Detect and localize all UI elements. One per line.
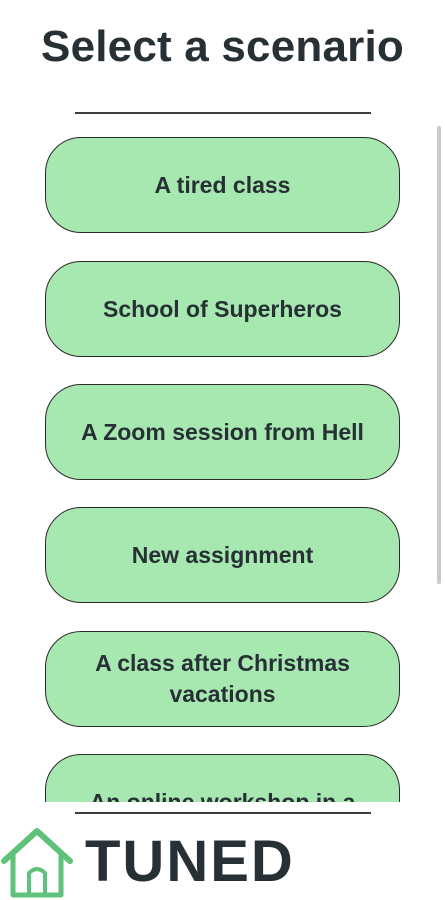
list-scrollbar[interactable] (437, 126, 441, 584)
brand-logo: TUNED (0, 825, 445, 900)
scenario-button-new-assignment[interactable]: New assignment (45, 507, 400, 603)
footer-divider (75, 812, 371, 814)
scenario-list[interactable]: A tired class School of Superheros A Zoo… (0, 126, 445, 802)
scenario-button-zoom-session[interactable]: A Zoom session from Hell (45, 384, 400, 480)
scenario-button-tired-class[interactable]: A tired class (45, 137, 400, 233)
scenario-button-online-workshop[interactable]: An online workshop in a (45, 754, 400, 802)
house-icon (1, 828, 73, 898)
brand-name: TUNED (85, 829, 295, 894)
title-divider (75, 112, 371, 114)
scenario-button-after-christmas[interactable]: A class after Christmas vacations (45, 631, 400, 727)
scenario-button-school-of-superheros[interactable]: School of Superheros (45, 261, 400, 357)
page-title: Select a scenario (41, 22, 404, 71)
